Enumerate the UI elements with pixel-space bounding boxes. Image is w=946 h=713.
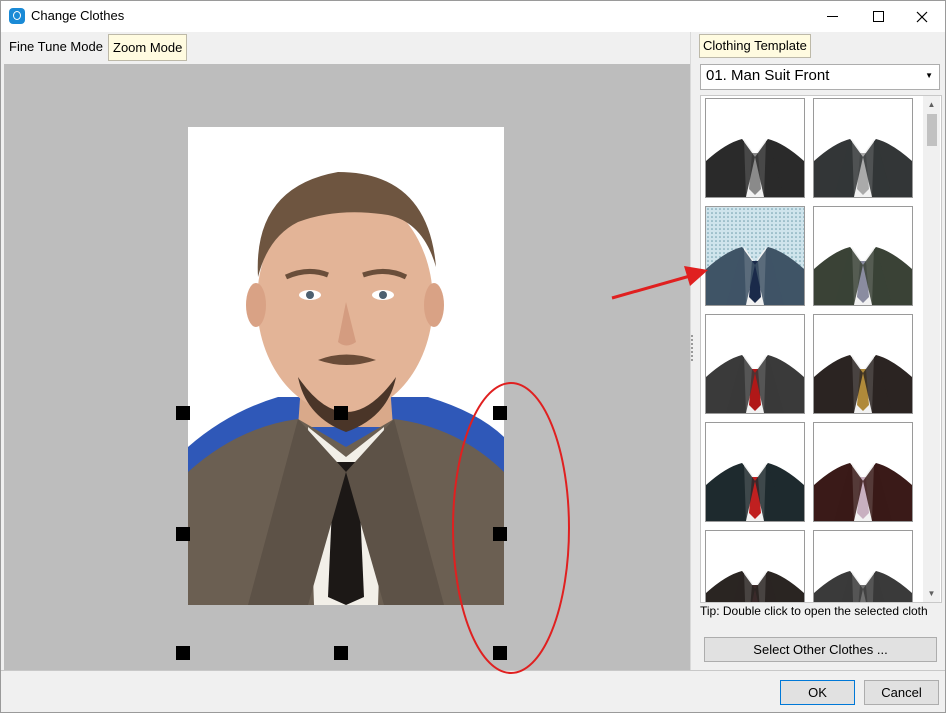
clothing-template-header: Clothing Template — [699, 34, 811, 58]
clothing-thumbnail[interactable] — [705, 98, 805, 198]
minimize-icon — [826, 16, 838, 17]
resize-handle-top-right[interactable] — [493, 406, 507, 420]
app-icon — [9, 8, 25, 24]
template-category-value: 01. Man Suit Front — [706, 67, 830, 84]
clothing-panel: Clothing Template 01. Man Suit Front ▼ ▲… — [694, 32, 945, 670]
tab-zoom-mode[interactable]: Zoom Mode — [108, 34, 188, 61]
clothing-thumbnail[interactable] — [813, 314, 913, 414]
tab-fine-tune-mode[interactable]: Fine Tune Mode — [5, 36, 107, 58]
clothing-thumbnail[interactable] — [705, 530, 805, 602]
portrait-photo[interactable] — [188, 127, 504, 605]
clothing-thumbnail[interactable] — [813, 206, 913, 306]
clothing-thumbnail[interactable] — [705, 422, 805, 522]
scrollbar-thumb[interactable] — [927, 114, 937, 146]
resize-handle-right[interactable] — [493, 527, 507, 541]
resize-handle-bottom[interactable] — [334, 646, 348, 660]
close-button[interactable] — [899, 1, 945, 32]
title-bar: Change Clothes — [1, 1, 945, 32]
clothing-gallery[interactable]: ▲ ▼ — [700, 95, 942, 603]
mode-tabs: Fine Tune Mode Zoom Mode — [1, 32, 690, 63]
photo-canvas[interactable] — [4, 64, 690, 670]
scroll-up-icon[interactable]: ▲ — [923, 96, 940, 113]
template-category-select[interactable]: 01. Man Suit Front ▼ — [700, 64, 940, 90]
resize-handle-top[interactable] — [334, 406, 348, 420]
dialog-footer: OK Cancel — [1, 670, 945, 712]
maximize-icon — [872, 11, 884, 22]
window-title: Change Clothes — [31, 8, 125, 23]
change-clothes-window: Change Clothes Fine Tune Mode Zoom Mode — [0, 0, 946, 713]
editor-pane: Fine Tune Mode Zoom Mode — [1, 32, 690, 670]
resize-handle-left[interactable] — [176, 527, 190, 541]
gallery-scrollbar[interactable]: ▲ ▼ — [923, 96, 940, 602]
minimize-button[interactable] — [809, 1, 855, 32]
resize-handle-bottom-right[interactable] — [493, 646, 507, 660]
scroll-down-icon[interactable]: ▼ — [923, 585, 940, 602]
cancel-button[interactable]: Cancel — [864, 680, 939, 705]
resize-handle-bottom-left[interactable] — [176, 646, 190, 660]
ok-button[interactable]: OK — [780, 680, 855, 705]
clothing-thumbnail[interactable] — [705, 206, 805, 306]
clothing-thumbnail[interactable] — [813, 98, 913, 198]
close-icon — [916, 11, 928, 22]
clothing-thumbnail[interactable] — [813, 422, 913, 522]
maximize-button[interactable] — [855, 1, 901, 32]
select-other-clothes-button[interactable]: Select Other Clothes ... — [704, 637, 937, 662]
clothing-thumbnail[interactable] — [813, 530, 913, 602]
tip-text: Tip: Double click to open the selected c… — [700, 604, 928, 618]
chevron-down-icon: ▼ — [925, 71, 933, 80]
clothing-thumbnail[interactable] — [705, 314, 805, 414]
resize-handle-top-left[interactable] — [176, 406, 190, 420]
